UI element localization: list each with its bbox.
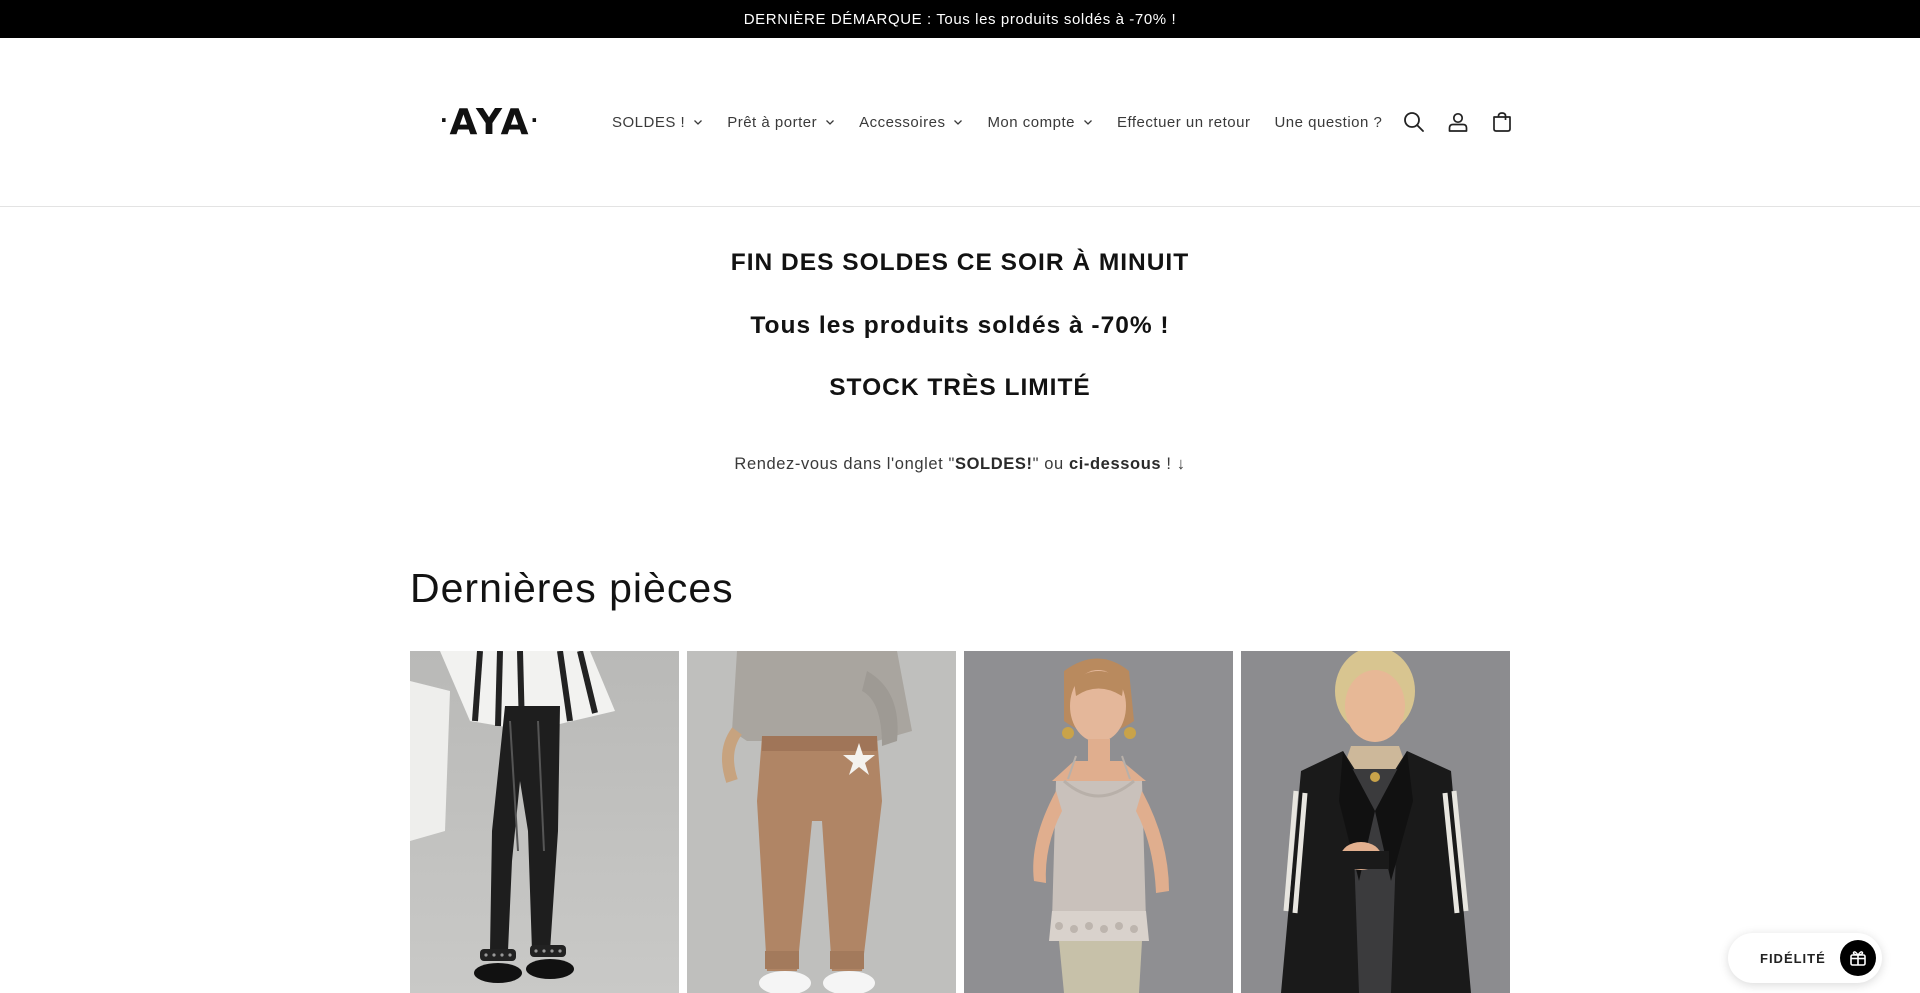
nav-item-effectuer-un-retour[interactable]: Effectuer un retour (1105, 102, 1262, 142)
product-card[interactable] (410, 651, 679, 993)
subtext-suffix: ! ↓ (1161, 455, 1186, 473)
loyalty-label: FIDÉLITÉ (1760, 950, 1826, 966)
product-card[interactable] (1241, 651, 1510, 993)
product-card[interactable] (687, 651, 956, 993)
nav-item-une-question[interactable]: Une question ? (1262, 102, 1394, 142)
main-navigation: SOLDES ! Prêt à porter Accessoires Mon c… (600, 38, 1394, 206)
product-image-camisole (964, 651, 1233, 993)
announcement-bar: DERNIÈRE DÉMARQUE : Tous les produits so… (0, 0, 1920, 38)
nav-item-label: Une question ? (1274, 113, 1383, 131)
subtext-prefix: Rendez-vous dans l'onglet " (734, 455, 956, 473)
chevron-down-icon (825, 117, 835, 127)
subtext-middle: " ou (1032, 455, 1069, 473)
nav-item-label: SOLDES ! (612, 113, 686, 131)
banner-heading-stock: STOCK TRÈS LIMITÉ (829, 374, 1091, 401)
cart-icon[interactable] (1480, 100, 1524, 144)
logo-dot-left: · (439, 108, 450, 132)
logo-text: AYA (449, 101, 531, 143)
chevron-down-icon (1083, 117, 1093, 127)
product-image-joggers (687, 651, 956, 993)
chevron-down-icon (953, 117, 963, 127)
subtext-below: ci-dessous (1068, 455, 1162, 473)
nav-item-label: Prêt à porter (727, 113, 818, 131)
product-image-blazer (1241, 651, 1510, 993)
banner-subtext: Rendez-vous dans l'onglet "SOLDES!" ou c… (0, 455, 1920, 474)
product-card[interactable] (964, 651, 1233, 993)
account-icon[interactable] (1436, 100, 1480, 144)
product-grid (410, 651, 1510, 993)
nav-item-label: Mon compte (987, 113, 1075, 131)
search-icon[interactable] (1392, 100, 1436, 144)
subtext-soldes-link: SOLDES! (955, 455, 1033, 473)
nav-item-soldes[interactable]: SOLDES ! (600, 102, 715, 142)
collection-title: Dernières pièces (410, 565, 734, 611)
nav-item-mon-compte[interactable]: Mon compte (975, 102, 1105, 142)
site-header: · AYA · SOLDES ! Prêt à porter Accessoires… (0, 38, 1920, 207)
gift-icon (1840, 940, 1876, 976)
chevron-down-icon (693, 117, 703, 127)
nav-item-label: Effectuer un retour (1116, 113, 1251, 131)
nav-item-accessoires[interactable]: Accessoires (847, 102, 975, 142)
banner-heading-discount: Tous les produits soldés à -70% ! (750, 312, 1170, 339)
logo-dot-right: · (530, 108, 541, 132)
nav-item-pret-a-porter[interactable]: Prêt à porter (715, 102, 847, 142)
header-icons (1392, 100, 1524, 144)
nav-item-label: Accessoires (859, 113, 946, 131)
store-logo[interactable]: · AYA · (440, 97, 540, 147)
announcement-text: DERNIÈRE DÉMARQUE : Tous les produits so… (743, 10, 1177, 28)
product-image-leggings (410, 651, 679, 993)
banner-heading-end-of-sale: FIN DES SOLDES CE SOIR À MINUIT (730, 249, 1190, 276)
loyalty-button[interactable]: FIDÉLITÉ (1728, 933, 1882, 983)
